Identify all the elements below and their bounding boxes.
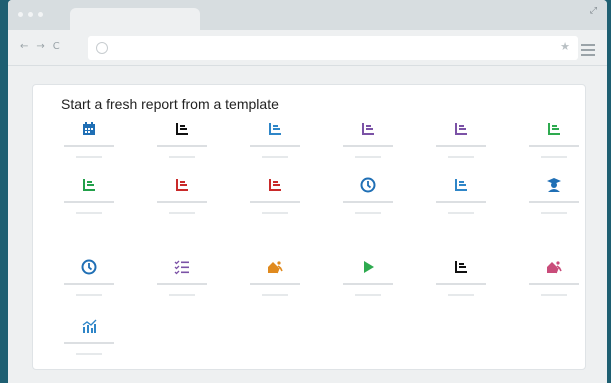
clock-icon [359, 176, 377, 194]
template-tile[interactable] [338, 120, 398, 170]
bar-chart-icon [545, 120, 563, 138]
template-subtitle-placeholder [355, 294, 381, 296]
template-subtitle-placeholder [355, 156, 381, 158]
template-subtitle-placeholder [169, 156, 195, 158]
title-bar: ⤢ [8, 0, 607, 30]
bar-chart-icon [452, 176, 470, 194]
template-tile[interactable] [152, 120, 212, 170]
browser-tab[interactable] [70, 8, 200, 30]
checklist-icon [173, 258, 191, 276]
template-title-placeholder [250, 201, 300, 203]
template-subtitle-placeholder [355, 212, 381, 214]
template-subtitle-placeholder [541, 156, 567, 158]
template-tile[interactable] [431, 120, 491, 170]
template-subtitle-placeholder [541, 294, 567, 296]
template-title-placeholder [436, 283, 486, 285]
template-title-placeholder [436, 145, 486, 147]
reload-icon[interactable]: C [53, 41, 60, 52]
template-title-placeholder [64, 283, 114, 285]
template-title-placeholder [250, 283, 300, 285]
bar-chart-icon [80, 176, 98, 194]
template-panel: Start a fresh report from a template [32, 84, 586, 370]
bar-chart-icon [452, 258, 470, 276]
template-tile[interactable] [524, 258, 584, 308]
bar-chart-icon [266, 176, 284, 194]
play-icon [359, 258, 377, 276]
back-icon[interactable]: ← [20, 41, 28, 52]
browser-window: ⤢ ← → C ★ Start a fresh report from a te… [8, 0, 607, 383]
clock-icon [80, 258, 98, 276]
expand-icon[interactable]: ⤢ [590, 6, 597, 16]
template-tile[interactable] [431, 258, 491, 308]
template-title-placeholder [436, 201, 486, 203]
template-subtitle-placeholder [76, 212, 102, 214]
template-tile[interactable] [59, 258, 119, 308]
graduate-icon [545, 176, 563, 194]
template-subtitle-placeholder [76, 353, 102, 355]
template-title-placeholder [64, 342, 114, 344]
template-title-placeholder [529, 145, 579, 147]
template-subtitle-placeholder [448, 156, 474, 158]
trend-chart-icon [80, 317, 98, 335]
address-bar[interactable]: ★ [88, 36, 578, 60]
template-title-placeholder [529, 201, 579, 203]
template-tile[interactable] [524, 120, 584, 170]
template-tile[interactable] [245, 176, 305, 226]
template-title-placeholder [157, 145, 207, 147]
template-subtitle-placeholder [169, 294, 195, 296]
template-tile[interactable] [431, 176, 491, 226]
template-title-placeholder [343, 145, 393, 147]
bar-chart-icon [452, 120, 470, 138]
calendar-icon [80, 120, 98, 138]
template-tile[interactable] [152, 258, 212, 308]
template-subtitle-placeholder [262, 212, 288, 214]
template-subtitle-placeholder [262, 156, 288, 158]
page-title: Start a fresh report from a template [61, 96, 279, 112]
template-tile[interactable] [338, 176, 398, 226]
template-tile[interactable] [338, 258, 398, 308]
template-subtitle-placeholder [262, 294, 288, 296]
template-tile[interactable] [59, 176, 119, 226]
close-dot[interactable] [18, 12, 23, 17]
template-subtitle-placeholder [448, 294, 474, 296]
template-title-placeholder [157, 201, 207, 203]
running-house-icon [266, 258, 284, 276]
maximize-dot[interactable] [38, 12, 43, 17]
template-tile[interactable] [59, 120, 119, 170]
bar-chart-icon [173, 176, 191, 194]
template-tile[interactable] [152, 176, 212, 226]
template-tile[interactable] [245, 258, 305, 308]
forward-icon[interactable]: → [36, 41, 44, 52]
window-controls[interactable] [18, 12, 43, 17]
template-subtitle-placeholder [541, 212, 567, 214]
bar-chart-icon [266, 120, 284, 138]
template-title-placeholder [64, 145, 114, 147]
browser-toolbar: ← → C ★ [8, 30, 607, 66]
bookmark-star-icon[interactable]: ★ [560, 40, 570, 53]
bar-chart-icon [359, 120, 377, 138]
template-title-placeholder [343, 283, 393, 285]
template-subtitle-placeholder [76, 156, 102, 158]
template-subtitle-placeholder [76, 294, 102, 296]
menu-icon[interactable] [581, 44, 595, 59]
globe-icon [96, 42, 108, 54]
template-title-placeholder [157, 283, 207, 285]
minimize-dot[interactable] [28, 12, 33, 17]
template-tile[interactable] [245, 120, 305, 170]
template-tile[interactable] [524, 176, 584, 226]
bar-chart-icon [173, 120, 191, 138]
running-house-icon [545, 258, 563, 276]
template-title-placeholder [529, 283, 579, 285]
template-subtitle-placeholder [448, 212, 474, 214]
template-title-placeholder [250, 145, 300, 147]
template-title-placeholder [64, 201, 114, 203]
template-tile[interactable] [59, 317, 119, 367]
template-title-placeholder [343, 201, 393, 203]
template-subtitle-placeholder [169, 212, 195, 214]
